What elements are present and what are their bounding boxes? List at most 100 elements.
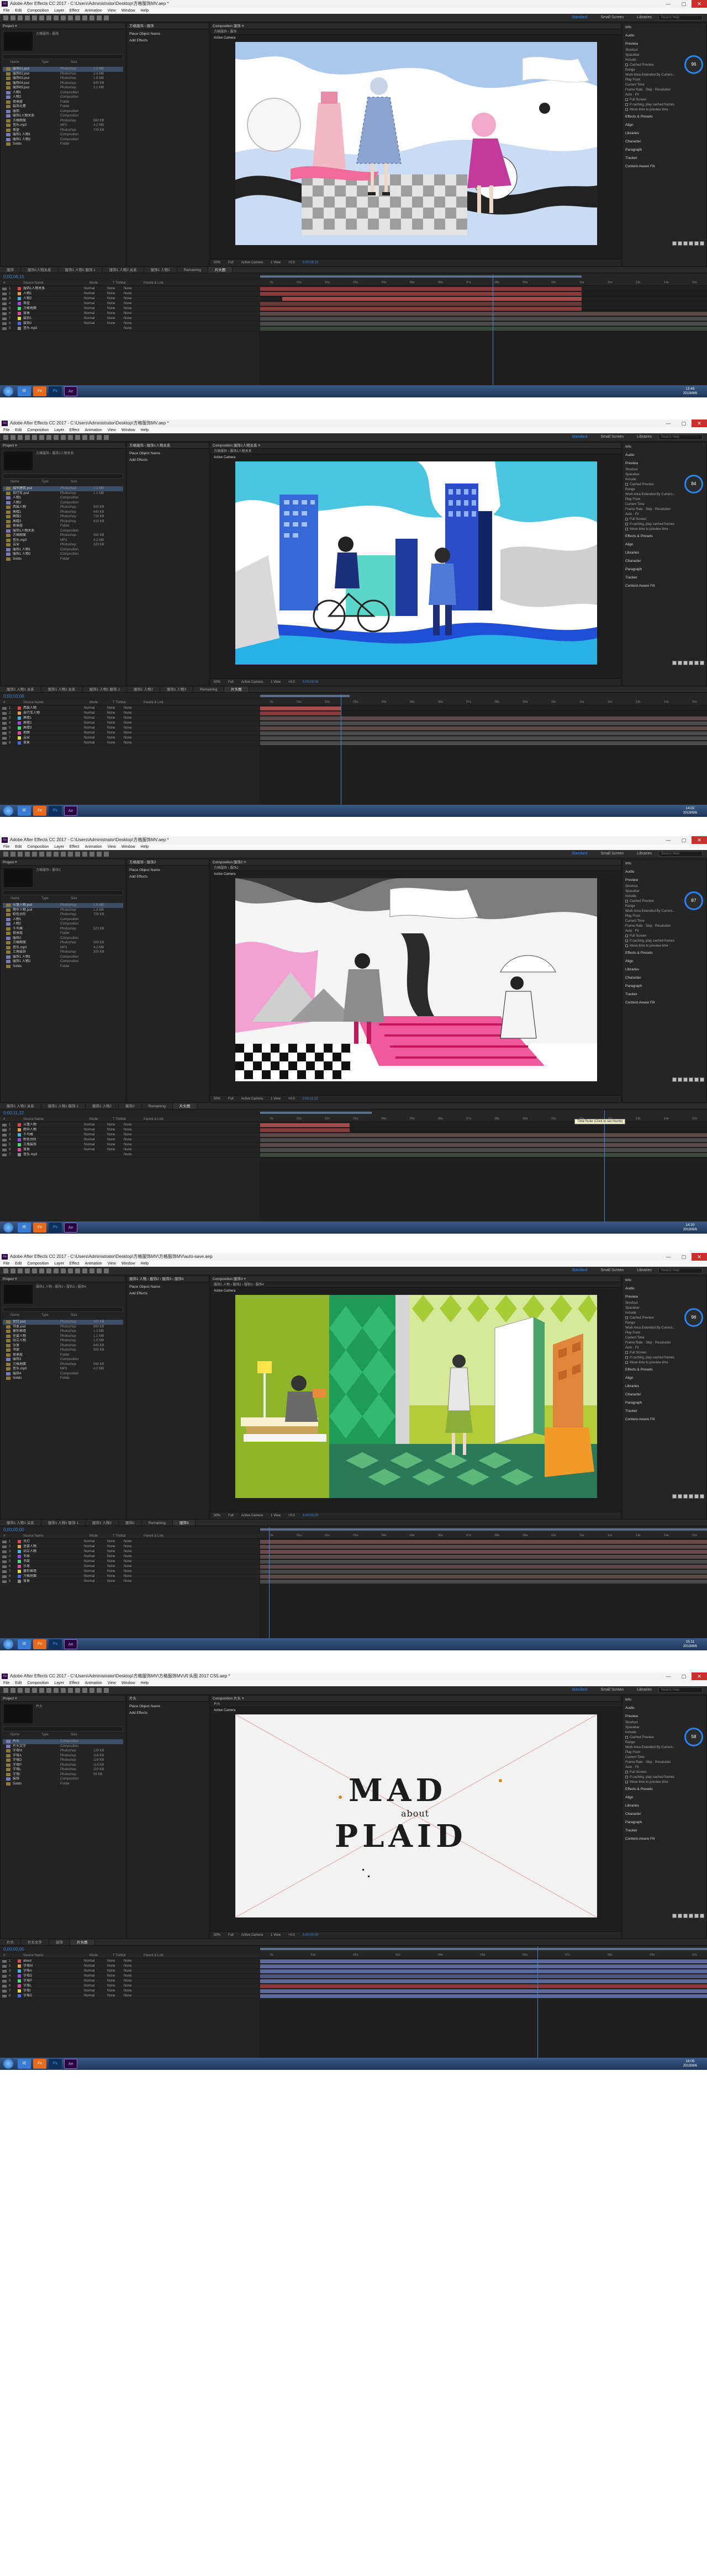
photoshop-taskbar-icon[interactable]: Ps: [49, 2059, 62, 2069]
layer-name[interactable]: 音乐.mp3: [23, 326, 84, 331]
effects-presets-header[interactable]: Effects & Presets: [622, 949, 706, 957]
system-clock[interactable]: 15:11 2019/8/6: [683, 1640, 697, 1649]
visibility-eye-icon[interactable]: [2, 298, 7, 300]
view-layout-dropdown[interactable]: 1 View: [271, 1096, 281, 1102]
visibility-eye-icon[interactable]: [2, 727, 7, 730]
search-help-input[interactable]: Search Help: [658, 1687, 703, 1693]
menu-effect[interactable]: Effect: [70, 1680, 80, 1686]
exposure-value[interactable]: +0.0: [288, 1512, 295, 1519]
workspace-libraries[interactable]: Libraries: [637, 852, 652, 856]
hand-tool-icon[interactable]: [18, 852, 23, 857]
prev-frame-icon[interactable]: [678, 661, 682, 665]
layer-label-color[interactable]: [18, 736, 21, 740]
layer-name[interactable]: 千鸟格: [23, 1133, 84, 1137]
project-item[interactable]: 背景层 Folder: [3, 100, 123, 105]
frame-rate-values[interactable]: Auto · Fit: [622, 1346, 706, 1351]
visibility-eye-icon[interactable]: [2, 1995, 7, 1998]
clone-tool-icon[interactable]: [82, 15, 87, 20]
project-item[interactable]: 三角装饰 Photoshop 300 KB: [3, 950, 123, 955]
column-track-matte[interactable]: T TrkMat: [109, 1953, 140, 1958]
timeline-tab[interactable]: 服饰1 人物1 服饰 2: [83, 687, 127, 692]
layer-name[interactable]: 背景: [23, 1579, 84, 1584]
paragraph-header[interactable]: Paragraph: [622, 1818, 706, 1826]
layer-name[interactable]: 人物1: [23, 291, 84, 296]
layer-parent[interactable]: None: [124, 306, 151, 311]
layer-track-matte[interactable]: None: [107, 311, 124, 316]
layer-row[interactable]: 4 书本 Normal None None: [0, 1554, 260, 1559]
layer-parent[interactable]: None: [124, 286, 151, 291]
layer-duration-bar[interactable]: [260, 731, 707, 735]
layer-mode[interactable]: [84, 326, 107, 331]
layer-parent[interactable]: None: [124, 1964, 151, 1968]
layer-track-matte[interactable]: None: [107, 286, 124, 291]
move-time-option[interactable]: Move time to preview time: [622, 527, 706, 532]
project-panel-tab[interactable]: Project ≡: [1, 23, 125, 29]
layer-row[interactable]: 1 about Normal None None: [0, 1959, 260, 1964]
layer-track-matte[interactable]: None: [107, 1564, 124, 1569]
layer-track-matte[interactable]: None: [107, 721, 124, 725]
timeline-tab[interactable]: 片头: [0, 1940, 21, 1945]
project-item[interactable]: 字母A Photoshop 118 KB: [3, 1754, 123, 1759]
timeline-tab[interactable]: 服饰1 人物2 关系: [103, 267, 144, 273]
layer-track-matte[interactable]: None: [107, 741, 124, 745]
menu-animation[interactable]: Animation: [85, 8, 102, 14]
layer-name[interactable]: 高楼3: [23, 726, 84, 730]
layer-label-color[interactable]: [18, 1984, 21, 1988]
frame-rate-auto[interactable]: Auto: [625, 1766, 632, 1769]
comp-breadcrumb[interactable]: 服饰1 人物 ‹ 服饰2 ‹ 服饰3 ‹ 服饰4: [210, 1282, 621, 1288]
menu-help[interactable]: Help: [141, 8, 149, 14]
project-item[interactable]: 服饰2 Composition: [3, 936, 123, 941]
layer-label-color[interactable]: [18, 1969, 21, 1973]
magnification-dropdown[interactable]: 50%: [214, 259, 220, 266]
after-effects-taskbar-icon[interactable]: Ae: [64, 2059, 77, 2069]
layer-label-color[interactable]: [18, 731, 21, 735]
move-time-checkbox[interactable]: [625, 1780, 628, 1783]
layer-mode[interactable]: Normal: [84, 1559, 107, 1564]
layer-row[interactable]: 6 背景 Normal None None: [0, 1148, 260, 1152]
layer-parent[interactable]: None: [124, 1549, 151, 1554]
after-effects-taskbar-icon[interactable]: Ae: [64, 1223, 77, 1233]
layer-track-matte[interactable]: None: [107, 711, 124, 715]
project-item[interactable]: 字母D Photoshop 116 KB: [3, 1758, 123, 1763]
layer-name[interactable]: 茶壶: [23, 301, 84, 306]
content-aware-fill-header[interactable]: Content-Aware Fill: [622, 582, 706, 590]
layer-name[interactable]: 站立人物: [23, 1549, 84, 1554]
info-panel-header[interactable]: Info: [622, 1696, 706, 1704]
layer-mode[interactable]: [84, 1152, 107, 1157]
menu-animation[interactable]: Animation: [85, 1680, 102, 1686]
layer-row[interactable]: 2 雨伞人物 Normal None None: [0, 1128, 260, 1133]
project-item[interactable]: 菱形格墙 Photoshop 1.3 MB: [3, 1329, 123, 1334]
layer-parent[interactable]: None: [124, 731, 151, 735]
puppet-tool-icon[interactable]: [104, 435, 109, 440]
play-from-dropdown[interactable]: Current Time: [622, 83, 706, 88]
character-header[interactable]: Character: [622, 137, 706, 146]
timeline-tab[interactable]: 片头图: [208, 267, 233, 273]
layer-track-matte[interactable]: None: [107, 1974, 124, 1978]
layer-duration-bar[interactable]: [260, 322, 707, 326]
layer-row[interactable]: 6 沙发 Normal None None: [0, 1564, 260, 1569]
layer-label-color[interactable]: [18, 317, 21, 320]
cached-preview-checkbox[interactable]: [625, 1316, 628, 1319]
layer-mode[interactable]: Normal: [84, 726, 107, 730]
timeline-tab[interactable]: 片头图: [172, 1103, 198, 1109]
system-clock[interactable]: 14:20 2019/8/6: [683, 1223, 697, 1232]
column-parent[interactable]: Parent & Link: [140, 700, 163, 705]
zoom-tool-icon[interactable]: [25, 15, 30, 20]
project-item[interactable]: 背景层 Folder: [3, 1353, 123, 1358]
minimize-button[interactable]: —: [661, 836, 676, 844]
cache-play-option[interactable]: If caching, play cached frames: [622, 939, 706, 944]
layer-name[interactable]: 三角装饰: [23, 1143, 84, 1147]
preview-panel-header[interactable]: Preview: [622, 1293, 706, 1301]
layer-duration-bar[interactable]: [282, 297, 582, 301]
layer-mode[interactable]: Normal: [84, 1549, 107, 1554]
layer-mode[interactable]: Normal: [84, 1974, 107, 1978]
layer-row[interactable]: 3 千鸟格 Normal None None: [0, 1133, 260, 1138]
layer-label-color[interactable]: [18, 1148, 21, 1151]
layer-label-color[interactable]: [18, 307, 21, 310]
work-area-bar[interactable]: [260, 1948, 707, 1950]
browser-taskbar-icon[interactable]: IE: [18, 1639, 31, 1649]
align-header[interactable]: Align: [622, 1374, 706, 1382]
brush-tool-icon[interactable]: [75, 435, 80, 440]
search-help-input[interactable]: Search Help: [658, 851, 703, 857]
move-time-option[interactable]: Move time to preview time: [622, 1361, 706, 1366]
